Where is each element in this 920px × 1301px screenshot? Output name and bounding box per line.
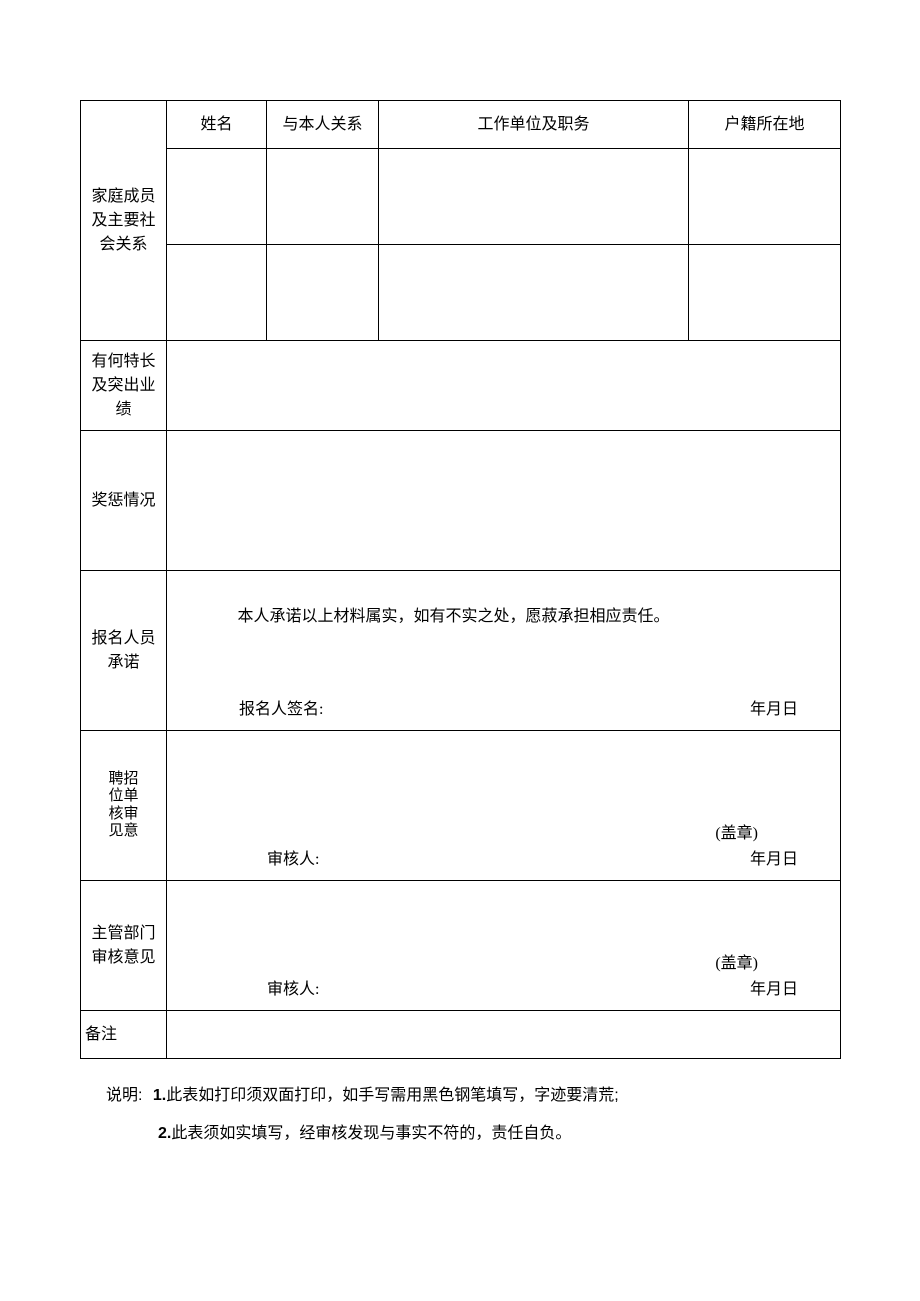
label-text-l1: 家庭成员 [83, 185, 164, 209]
col-header-workplace: 工作单位及职务 [379, 101, 689, 149]
promise-content-cell: 本人承诺以上材料属实，如有不实之处，愿菽承担相应责任。 报名人签名: 年月日 [167, 571, 841, 731]
recruit-stamp: (盖章) [715, 822, 758, 846]
family-name-cell [167, 245, 267, 341]
family-workplace-cell [379, 149, 689, 245]
label-text-l2: 及突出业 [83, 374, 164, 398]
label-text-l1: 有何特长 [83, 350, 164, 374]
dept-review-content: (盖章) 审核人: 年月日 [167, 881, 841, 1011]
specialty-row: 有何特长 及突出业 绩 [81, 341, 841, 431]
recruit-review-row: 聘招 位单 核审 见意 (盖章) 审核人: 年月日 [81, 731, 841, 881]
label-text-l1: 主管部门 [83, 922, 164, 946]
label-text-l1: 报名人员 [83, 627, 164, 651]
dept-review-row: 主管部门 审核意见 (盖章) 审核人: 年月日 [81, 881, 841, 1011]
family-section-label: 家庭成员 及主要社 会关系 [81, 101, 167, 341]
notes-item2-text: 此表须如实填写，经审核发现与事实不符的，责任自负。 [171, 1125, 571, 1142]
reward-value [167, 431, 841, 571]
notes-prefix: 说明: [106, 1087, 142, 1104]
notes-section: 说明: 1.此表如打印须双面打印，如手写需用黑色钢笔填写，字迹要清荒; 2.此表… [80, 1077, 840, 1154]
notes-line-1: 说明: 1.此表如打印须双面打印，如手写需用黑色钢笔填写，字迹要清荒; [106, 1077, 840, 1115]
col-header-residence: 户籍所在地 [689, 101, 841, 149]
specialty-label: 有何特长 及突出业 绩 [81, 341, 167, 431]
recruit-review-content: (盖章) 审核人: 年月日 [167, 731, 841, 881]
dept-reviewer-label: 审核人: [267, 978, 319, 1002]
dept-review-label: 主管部门 审核意见 [81, 881, 167, 1011]
label-text-l2: 及主要社 [83, 209, 164, 233]
promise-label: 报名人员 承诺 [81, 571, 167, 731]
recruit-date-label: 年月日 [750, 848, 798, 872]
recruit-review-label: 聘招 位单 核审 见意 [81, 731, 167, 881]
recruit-reviewer-label: 审核人: [267, 848, 319, 872]
family-residence-cell [689, 149, 841, 245]
family-name-cell [167, 149, 267, 245]
label-text-l2: 审核意见 [83, 946, 164, 970]
col-header-relation: 与本人关系 [267, 101, 379, 149]
remark-row: 备注 [81, 1011, 841, 1059]
promise-statement: 本人承诺以上材料属实，如有不实之处，愿菽承担相应责任。 [189, 583, 818, 629]
family-data-row [81, 245, 841, 341]
family-workplace-cell [379, 245, 689, 341]
reward-label: 奖惩情况 [81, 431, 167, 571]
specialty-value [167, 341, 841, 431]
promise-row: 报名人员 承诺 本人承诺以上材料属实，如有不实之处，愿菽承担相应责任。 报名人签… [81, 571, 841, 731]
notes-item1-text: 此表如打印须双面打印，如手写需用黑色钢笔填写，字迹要清荒; [166, 1087, 618, 1104]
family-relation-cell [267, 245, 379, 341]
label-text-l3: 绩 [83, 398, 164, 422]
promise-date-label: 年月日 [750, 698, 798, 722]
remark-value [167, 1011, 841, 1059]
reward-row: 奖惩情况 [81, 431, 841, 571]
family-relation-cell [267, 149, 379, 245]
promise-sign-label: 报名人签名: [239, 698, 323, 722]
col-header-name: 姓名 [167, 101, 267, 149]
dept-stamp: (盖章) [715, 952, 758, 976]
label-text-l2: 承诺 [83, 651, 164, 675]
family-residence-cell [689, 245, 841, 341]
form-table: 家庭成员 及主要社 会关系 姓名 与本人关系 工作单位及职务 户籍所在地 有何特… [80, 100, 841, 1059]
remark-label: 备注 [81, 1011, 167, 1059]
dept-date-label: 年月日 [750, 978, 798, 1002]
family-header-row: 家庭成员 及主要社 会关系 姓名 与本人关系 工作单位及职务 户籍所在地 [81, 101, 841, 149]
notes-item1-num: 1. [153, 1087, 166, 1104]
label-text-l3: 会关系 [83, 233, 164, 257]
notes-line-2: 2.此表须如实填写，经审核发现与事实不符的，责任自负。 [106, 1115, 840, 1153]
family-data-row [81, 149, 841, 245]
notes-item2-num: 2. [158, 1125, 171, 1142]
